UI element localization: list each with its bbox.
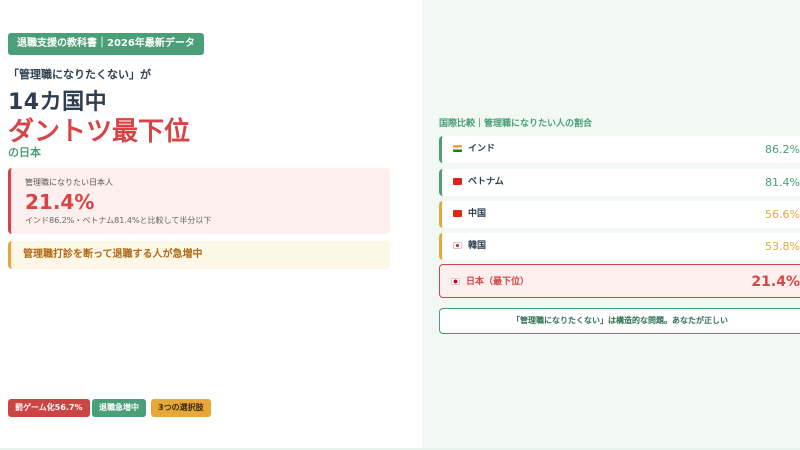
vietnam-flag-icon: [453, 178, 462, 185]
headline-lead: 「管理職になりたくない」が: [8, 68, 151, 81]
source-tag: 退職支援の教科書｜2026年最新データ: [8, 33, 204, 55]
country-row-korea: 韓国 53.8%: [439, 233, 800, 260]
country-name: 中国: [468, 209, 487, 219]
india-flag-icon: [453, 145, 462, 152]
stat-value: 21.4%: [25, 190, 95, 214]
country-name: ベトナム: [468, 177, 504, 187]
country-percent: 56.6%: [765, 208, 800, 221]
country-percent: 81.4%: [765, 176, 800, 189]
country-name: インド: [468, 144, 496, 154]
korea-flag-icon: [453, 242, 462, 249]
headline-emphasis: ダントツ最下位: [8, 117, 191, 147]
comparison-title: 国際比較｜管理職になりたい人の割合: [439, 119, 593, 129]
country-row-vietnam: ベトナム 81.4%: [439, 169, 800, 196]
trend-alert: 管理職打診を断って退職する人が急増中: [8, 241, 390, 269]
chip-three-options[interactable]: 3つの選択肢: [151, 399, 211, 417]
country-row-japan: 日本（最下位） 21.4%: [439, 264, 800, 298]
left-panel: 退職支援の教科書｜2026年最新データ 「管理職になりたくない」が 14カ国中 …: [0, 0, 422, 450]
china-flag-icon: [453, 210, 462, 217]
country-percent: 21.4%: [751, 274, 800, 290]
headline-subject: の日本: [8, 146, 41, 159]
country-row-china: 中国 56.6%: [439, 201, 800, 228]
chip-resignation-surge[interactable]: 退職急増中: [92, 399, 146, 417]
stat-note: インド86.2%・ベトナム81.4%と比較して半分以下: [25, 216, 212, 225]
country-row-india: インド 86.2%: [439, 136, 800, 163]
conclusion-box: 「管理職になりたくない」は構造的な問題。あなたが正しい: [439, 308, 800, 334]
right-panel: 国際比較｜管理職になりたい人の割合 インド 86.2% ベトナム 81.4% 中…: [422, 0, 800, 450]
country-name: 韓国: [468, 241, 487, 251]
country-name: 日本（最下位）: [466, 277, 530, 287]
japan-stat-card: 管理職になりたい日本人 21.4% インド86.2%・ベトナム81.4%と比較し…: [8, 168, 390, 234]
stat-label: 管理職になりたい日本人: [25, 178, 113, 187]
chip-punishment-game[interactable]: 罰ゲーム化56.7%: [8, 399, 90, 417]
country-percent: 86.2%: [765, 143, 800, 156]
country-percent: 53.8%: [765, 240, 800, 253]
japan-flag-icon: [451, 278, 460, 285]
